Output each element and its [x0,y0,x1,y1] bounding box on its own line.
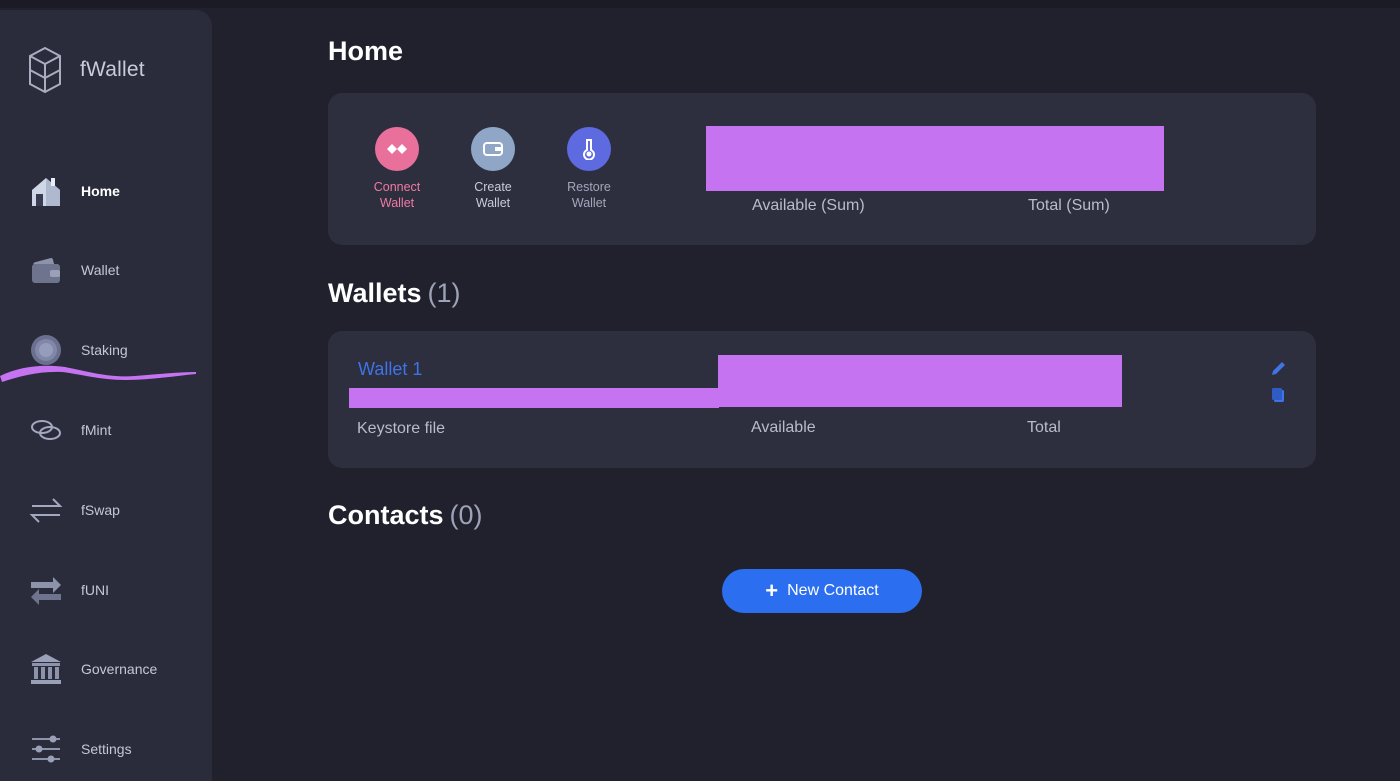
sidebar: fWallet Home Wallet Staking fMint fSwap … [0,10,212,781]
connect-wallet-line1: Connect [373,180,421,194]
plus-icon: + [765,578,779,603]
restore-wallet-line2: Wallet [571,196,607,210]
redacted-balance [706,126,1164,191]
sidebar-item-label: fSwap [81,502,120,518]
new-contact-button[interactable]: + New Contact [722,569,922,613]
sidebar-item-label: fUNI [81,582,109,598]
connect-wallet-line2: Wallet [379,196,415,210]
wallet-type: Keystore file [357,420,446,437]
restore-wallet-icon [567,127,611,171]
sidebar-item-label: Staking [81,342,128,358]
home-icon [28,173,64,209]
governance-icon [28,651,64,687]
contacts-title: Contacts [328,500,444,530]
settings-icon [28,731,64,767]
sidebar-item-wallet[interactable]: Wallet [0,242,212,298]
sidebar-item-settings[interactable]: Settings [0,721,212,777]
funi-icon [28,572,64,608]
sidebar-item-label: Settings [81,741,132,757]
app-name: fWallet [80,58,145,81]
sidebar-item-label: Governance [81,661,158,677]
page-title: Home [328,36,404,66]
wallets-count: (1) [427,278,461,308]
fantom-logo-icon [29,46,61,94]
total-sum-label: Total (Sum) [1028,197,1110,214]
restore-wallet-label: Restore Wallet [549,179,629,211]
new-contact-label: New Contact [787,582,879,599]
fswap-icon [28,492,64,528]
sidebar-item-governance[interactable]: Governance [0,641,212,697]
wallet-available-label: Available [751,419,816,436]
wallets-title: Wallets [328,278,422,308]
wallet-total-label: Total [1027,419,1061,436]
wallet-icon [28,252,64,288]
wallets-heading: Wallets (1) [328,278,461,309]
contacts-heading: Contacts (0) [328,500,483,531]
wallet-name[interactable]: Wallet 1 [358,359,422,380]
copy-icon[interactable] [1270,387,1288,405]
available-sum-label: Available (Sum) [752,197,865,214]
create-wallet-line1: Create [474,180,512,194]
sidebar-item-fswap[interactable]: fSwap [0,482,212,538]
wallet-card[interactable]: Wallet 1 Keystore file Available Total [328,331,1316,468]
create-wallet-icon [471,127,515,171]
sidebar-item-label: Home [81,183,120,199]
restore-wallet-line1: Restore [567,180,611,194]
redaction-scribble [0,365,196,382]
sidebar-item-label: fMint [81,422,112,438]
create-wallet-label: Create Wallet [453,179,533,211]
sidebar-item-label: Wallet [81,262,120,278]
contacts-count: (0) [449,500,483,530]
connect-wallet-label: Connect Wallet [357,179,437,211]
restore-wallet-button[interactable]: Restore Wallet [549,127,629,211]
connect-wallet-button[interactable]: Connect Wallet [357,127,437,211]
sidebar-item-home[interactable]: Home [0,163,212,219]
redacted-address [349,388,719,408]
create-wallet-line2: Wallet [475,196,511,210]
create-wallet-button[interactable]: Create Wallet [453,127,533,211]
edit-icon[interactable] [1270,359,1288,377]
connect-wallet-icon [375,127,419,171]
sidebar-item-fmint[interactable]: fMint [0,402,212,458]
logo[interactable]: fWallet [26,40,206,100]
home-summary-card: Connect Wallet Create Wallet Restore Wal… [328,93,1316,245]
fmint-icon [28,412,64,448]
redacted-wallet-balance [718,355,1122,407]
sidebar-item-funi[interactable]: fUNI [0,562,212,618]
top-strip [0,0,1400,8]
